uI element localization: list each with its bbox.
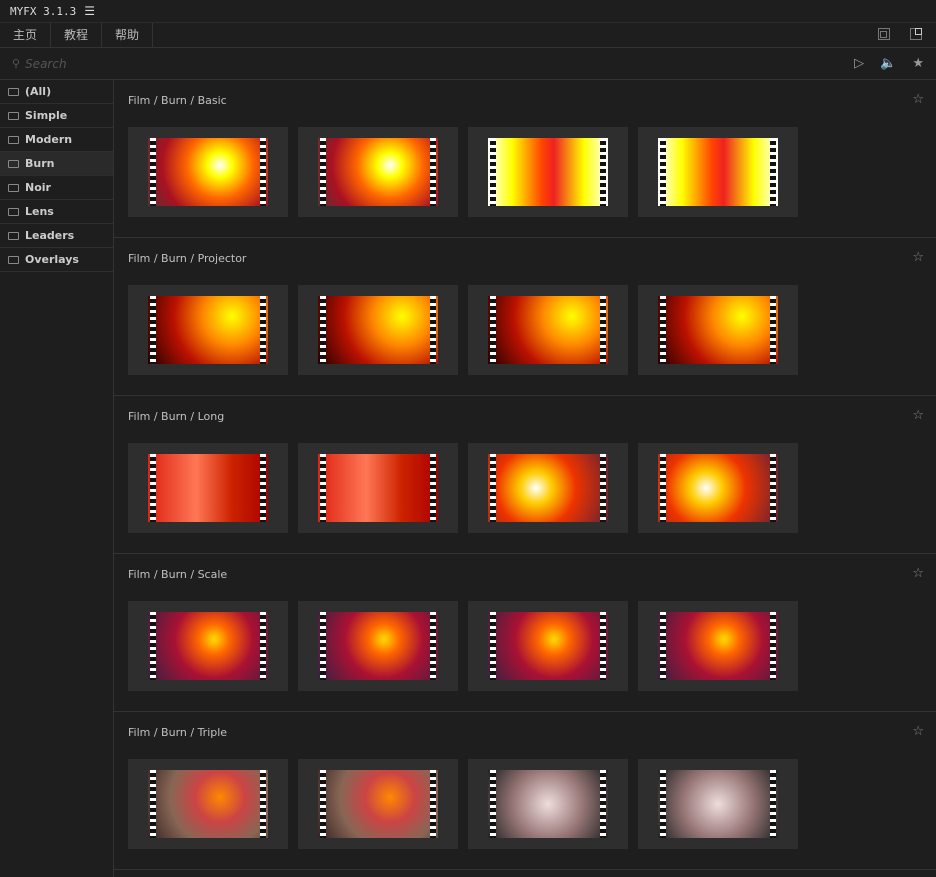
effect-section: Film / Burn / Triple ☆ [114, 712, 936, 870]
effect-section: Film / Burn / Scale ☆ [114, 554, 936, 712]
effect-preview-image [488, 770, 608, 838]
sidebar-item-label: (All) [25, 85, 52, 98]
effect-preview-image [318, 770, 438, 838]
effect-thumbnail[interactable] [638, 127, 798, 217]
effect-thumbnail[interactable] [298, 601, 458, 691]
sidebar-item-leaders[interactable]: Leaders [0, 224, 113, 248]
effect-preview-image [318, 138, 438, 206]
sidebar-item-label: Overlays [25, 253, 79, 266]
section-title: Film / Burn / Long [128, 410, 225, 423]
effect-thumbnail[interactable] [468, 127, 628, 217]
sidebar-item-label: Simple [25, 109, 68, 122]
star-outline-icon[interactable]: ☆ [912, 408, 924, 423]
effect-section: Film / Burn / Long ☆ [114, 396, 936, 554]
folder-icon [8, 183, 19, 192]
star-outline-icon[interactable]: ☆ [912, 566, 924, 581]
effect-preview-image [488, 138, 608, 206]
tab-help[interactable]: 帮助 [102, 23, 154, 47]
sidebar-item-overlays[interactable]: Overlays [0, 248, 113, 272]
search-input[interactable] [25, 56, 326, 71]
nav-tabs: 主页 教程 帮助 [0, 23, 936, 48]
favorites-star-icon[interactable]: ★ [912, 56, 924, 71]
restore-window-icon[interactable] [878, 28, 890, 40]
folder-icon [8, 255, 19, 264]
effect-preview-image [148, 138, 268, 206]
section-title: Film / Burn / Basic [128, 94, 227, 107]
float-window-icon[interactable] [910, 28, 922, 40]
folder-icon [8, 207, 19, 216]
effect-thumbnail[interactable] [468, 601, 628, 691]
sidebar-item-label: Burn [25, 157, 55, 170]
sidebar-item-noir[interactable]: Noir [0, 176, 113, 200]
tab-home[interactable]: 主页 [0, 23, 52, 47]
folder-icon [8, 159, 19, 168]
star-outline-icon[interactable]: ☆ [912, 92, 924, 107]
effect-thumbnail[interactable] [298, 285, 458, 375]
effect-thumbnail[interactable] [128, 285, 288, 375]
folder-icon [8, 87, 19, 96]
effect-preview-image [148, 296, 268, 364]
sidebar-item-lens[interactable]: Lens [0, 200, 113, 224]
effect-thumbnail[interactable] [128, 759, 288, 849]
effect-preview-image [318, 296, 438, 364]
effects-list: Film / Burn / Basic ☆ Film / Burn / Projec… [114, 80, 936, 877]
menu-icon[interactable]: ☰ [84, 4, 95, 18]
folder-icon [8, 111, 19, 120]
effect-thumbnail[interactable] [468, 285, 628, 375]
section-title: Film / Burn / Triple [128, 726, 228, 739]
effect-thumbnail[interactable] [638, 443, 798, 533]
effect-preview-image [488, 612, 608, 680]
star-outline-icon[interactable]: ☆ [912, 724, 924, 739]
title-bar: MYFX 3.1.3 ☰ [0, 0, 936, 23]
effect-preview-image [318, 454, 438, 522]
effect-thumbnail[interactable] [638, 285, 798, 375]
effect-section: Film / Burn / Projector ☆ [114, 238, 936, 396]
effect-thumbnail[interactable] [128, 443, 288, 533]
sidebar-item-label: Leaders [25, 229, 75, 242]
tab-tutorials[interactable]: 教程 [51, 23, 103, 47]
sidebar-item-label: Modern [25, 133, 73, 146]
effect-preview-image [658, 612, 778, 680]
effect-thumbnail[interactable] [298, 759, 458, 849]
category-sidebar: (All) Simple Modern Burn Noir Lens Leaders Over… [0, 80, 114, 877]
folder-icon [8, 135, 19, 144]
effect-preview-image [658, 138, 778, 206]
effect-preview-image [148, 612, 268, 680]
sidebar-item-simple[interactable]: Simple [0, 104, 113, 128]
sidebar-item-burn[interactable]: Burn [0, 152, 113, 176]
search-bar: ⚲ ▷ 🔈 ★ [0, 48, 936, 80]
sidebar-item-all[interactable]: (All) [0, 80, 113, 104]
effect-thumbnail[interactable] [128, 601, 288, 691]
effect-section: Film / Burn / Basic ☆ [114, 80, 936, 238]
effect-thumbnail[interactable] [298, 443, 458, 533]
effect-thumbnail[interactable] [468, 759, 628, 849]
folder-icon [8, 231, 19, 240]
effect-thumbnail[interactable] [128, 127, 288, 217]
effect-thumbnail[interactable] [638, 759, 798, 849]
effect-thumbnail[interactable] [298, 127, 458, 217]
app-title: MYFX 3.1.3 [10, 4, 77, 18]
sidebar-item-modern[interactable]: Modern [0, 128, 113, 152]
star-outline-icon[interactable]: ☆ [912, 250, 924, 265]
effect-preview-image [658, 296, 778, 364]
volume-icon[interactable]: 🔈 [880, 56, 896, 71]
effect-preview-image [148, 770, 268, 838]
effect-preview-image [658, 454, 778, 522]
effect-thumbnail[interactable] [468, 443, 628, 533]
effect-preview-image [148, 454, 268, 522]
sidebar-item-label: Noir [25, 181, 51, 194]
effect-preview-image [488, 454, 608, 522]
effect-thumbnail[interactable] [638, 601, 798, 691]
effect-preview-image [488, 296, 608, 364]
effect-preview-image [658, 770, 778, 838]
play-icon[interactable]: ▷ [854, 56, 864, 71]
section-title: Film / Burn / Scale [128, 568, 228, 581]
section-title: Film / Burn / Projector [128, 252, 247, 265]
search-icon: ⚲ [12, 57, 21, 70]
sidebar-item-label: Lens [25, 205, 54, 218]
effect-preview-image [318, 612, 438, 680]
